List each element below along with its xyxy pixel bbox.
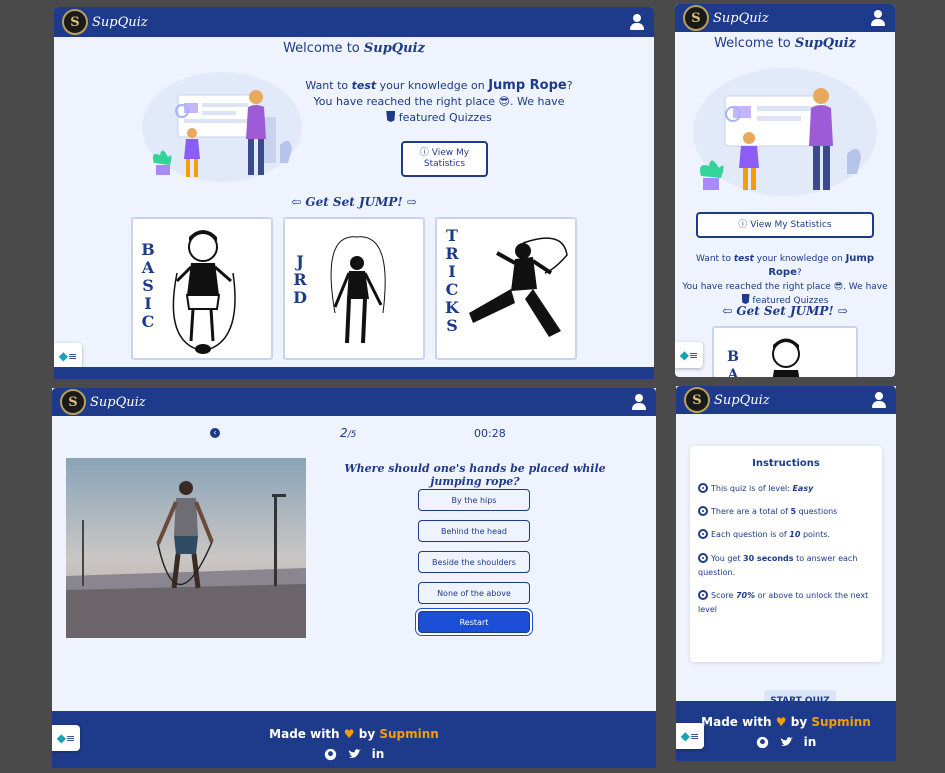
answer-option-2[interactable]: Behind the head xyxy=(418,520,530,542)
category-card-tricks[interactable]: TRICKS xyxy=(435,217,577,360)
github-icon[interactable] xyxy=(323,747,337,761)
made-with-text: Made with ♥ by Supminn xyxy=(269,727,439,741)
page-title: Welcome to SupQuiz xyxy=(54,41,654,56)
chevron-left-icon[interactable]: ‹ xyxy=(210,428,220,438)
footer-bar xyxy=(54,367,654,379)
heart-icon: ♥ xyxy=(775,715,787,729)
social-links: in xyxy=(52,747,656,761)
menu-toggle-icon[interactable]: ◆ ≡ xyxy=(676,723,704,749)
trick-jump-illustration xyxy=(469,237,568,337)
info-icon: ⓘ xyxy=(738,219,751,230)
author-link[interactable]: Supminn xyxy=(811,715,870,729)
author-link[interactable]: Supminn xyxy=(379,727,438,741)
home-panel-mobile: S SupQuiz Welcome to SupQuiz ⓘ View My S… xyxy=(675,4,895,377)
github-icon[interactable] xyxy=(755,735,769,749)
instructions-panel: S SupQuiz Instructions This quiz is of l… xyxy=(676,386,896,761)
card-letters-jrd: JRD xyxy=(293,252,307,307)
linkedin-icon[interactable]: in xyxy=(371,747,385,761)
brand-name[interactable]: SupQuiz xyxy=(90,395,146,410)
instruction-item: Each question is of 10 points. xyxy=(698,528,876,542)
twitter-icon[interactable] xyxy=(779,735,793,749)
intro-blurb: Want to test your knowledge on Jump Rope… xyxy=(682,253,888,306)
instructions-title: Instructions xyxy=(752,458,820,469)
get-set-heading: ⇦ Get Set JUMP! ⇨ xyxy=(291,195,417,209)
get-set-heading: ⇦ Get Set JUMP! ⇨ xyxy=(722,304,848,318)
page-title: Welcome to SupQuiz xyxy=(714,36,856,51)
intro-blurb: Want to test your knowledge on Jump Rope… xyxy=(305,78,573,124)
html5-icon xyxy=(741,294,750,304)
user-icon[interactable] xyxy=(632,394,646,410)
welcome-brand: SupQuiz xyxy=(363,41,425,56)
twitter-icon[interactable] xyxy=(347,747,361,761)
quiz-timer: 00:28 xyxy=(474,427,506,440)
navbar: S SupQuiz xyxy=(675,4,895,32)
brand-name[interactable]: SupQuiz xyxy=(714,393,770,408)
linkedin-icon[interactable]: in xyxy=(803,735,817,749)
category-card-basic[interactable]: BA xyxy=(712,326,858,377)
card-letters-basic: BASIC xyxy=(141,240,155,331)
instruction-item: There are a total of 5 questions xyxy=(698,505,876,519)
arrow-left-icon[interactable]: ⇦ xyxy=(291,195,301,209)
answer-option-4[interactable]: None of the above xyxy=(418,582,530,604)
menu-toggle-icon[interactable]: ◆ ≡ xyxy=(54,343,82,369)
instruction-item: Score 70% or above to unlock the next le… xyxy=(698,590,869,614)
arrow-left-icon[interactable]: ⇦ xyxy=(722,304,732,318)
made-with-text: Made with ♥ by Supminn xyxy=(701,715,871,729)
question-image xyxy=(66,458,306,638)
bullet-icon xyxy=(698,506,708,516)
bullet-icon xyxy=(698,483,708,493)
user-icon[interactable] xyxy=(630,14,644,30)
view-statistics-button[interactable]: ⓘ View My Statistics xyxy=(401,141,488,177)
footer: Made with ♥ by Supminn in xyxy=(52,711,656,768)
instruction-item: You get 30 seconds to answer each questi… xyxy=(698,553,858,577)
brand-name[interactable]: SupQuiz xyxy=(713,11,769,26)
menu-toggle-icon[interactable]: ◆ ≡ xyxy=(52,725,80,751)
bullet-icon xyxy=(698,529,708,539)
kid-jumping-illustration xyxy=(772,338,800,377)
silhouette-jumping-illustration xyxy=(330,236,386,344)
question-progress: 2/5 xyxy=(340,426,357,440)
social-links: in xyxy=(676,735,896,749)
brand-name[interactable]: SupQuiz xyxy=(92,15,148,30)
instruction-item: This quiz is of level: Easy xyxy=(698,482,876,496)
bullet-icon xyxy=(698,553,708,563)
card-letters-tricks: TRICKS xyxy=(445,226,459,335)
card-letters-basic: BA xyxy=(727,349,739,377)
bullet-icon xyxy=(698,590,708,600)
logo[interactable]: S xyxy=(684,387,710,413)
hero-illustration xyxy=(142,72,302,182)
logo[interactable]: S xyxy=(62,9,88,35)
answer-option-1[interactable]: By the hips xyxy=(418,489,530,511)
kid-jumping-illustration xyxy=(172,230,236,354)
user-icon[interactable] xyxy=(871,10,885,26)
navbar: S SupQuiz xyxy=(54,7,654,37)
home-panel-desktop: S SupQuiz Welcome to SupQuiz Want to tes… xyxy=(54,7,654,379)
welcome-text: Welcome to xyxy=(283,41,364,56)
category-card-jrd[interactable]: JRD xyxy=(283,217,425,360)
user-icon[interactable] xyxy=(872,392,886,408)
logo[interactable]: S xyxy=(60,389,86,415)
quiz-panel: S SupQuiz ‹ 2/5 00:28 Where should one's… xyxy=(52,388,656,768)
instructions-card: Instructions This quiz is of level: Easy… xyxy=(690,446,882,712)
navbar: S SupQuiz xyxy=(676,386,896,414)
navbar: S SupQuiz xyxy=(52,388,656,416)
arrow-right-icon[interactable]: ⇨ xyxy=(838,304,848,318)
answer-option-3[interactable]: Beside the shoulders xyxy=(418,551,530,573)
menu-toggle-icon[interactable]: ◆ ≡ xyxy=(675,342,703,368)
view-statistics-button[interactable]: ⓘ View My Statistics xyxy=(696,212,874,238)
restart-button[interactable]: Restart xyxy=(418,611,530,633)
logo[interactable]: S xyxy=(683,5,709,31)
hero-illustration xyxy=(693,68,877,196)
arrow-right-icon[interactable]: ⇨ xyxy=(407,195,417,209)
footer: Made with ♥ by Supminn in xyxy=(676,701,896,761)
category-card-basic[interactable]: BASIC xyxy=(131,217,273,360)
info-icon: ⓘ xyxy=(419,148,432,158)
question-text: Where should one's hands be placed while… xyxy=(344,462,606,488)
html5-icon xyxy=(386,111,396,122)
heart-icon: ♥ xyxy=(343,727,355,741)
